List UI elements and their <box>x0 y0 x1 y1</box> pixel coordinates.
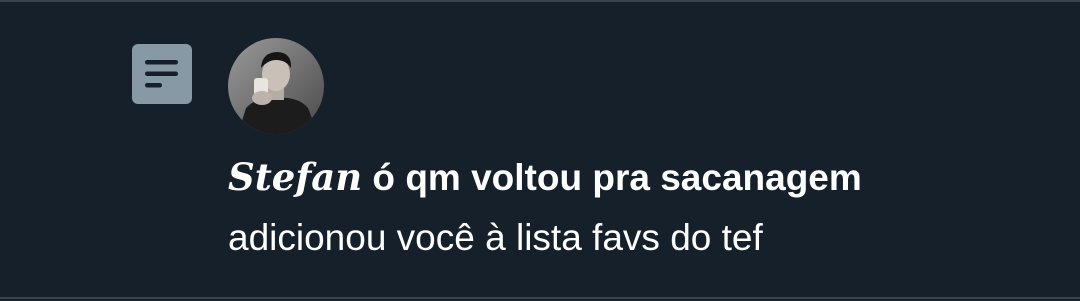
bottom-divider <box>0 297 1080 299</box>
notification-title: Stefan ó qm voltou pra sacanagem <box>228 154 862 201</box>
avatar[interactable] <box>228 38 324 134</box>
list-icon <box>132 44 192 104</box>
top-divider <box>0 0 1080 2</box>
user-name[interactable]: Stefan <box>228 155 362 199</box>
notification-action-text: adicionou você à lista favs do tef <box>228 217 763 258</box>
user-name-rest[interactable]: ó qm voltou pra sacanagem <box>362 157 861 198</box>
